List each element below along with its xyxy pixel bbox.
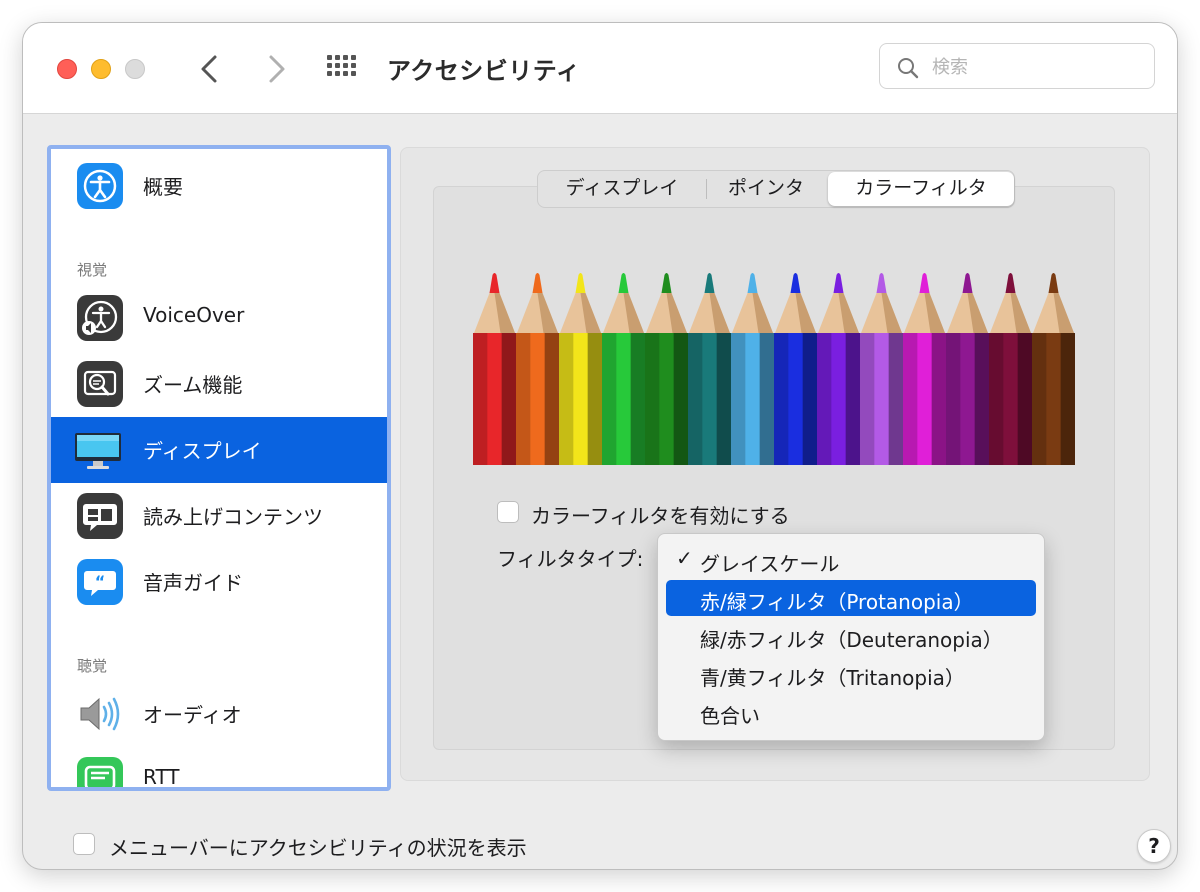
- section-header-hearing: 聴覚: [77, 657, 108, 675]
- sidebar-item-label: ズーム機能: [143, 373, 243, 397]
- pencil: [903, 273, 946, 465]
- sidebar-item-label: ディスプレイ: [143, 439, 262, 463]
- menu-item-label: 緑/赤フィルタ（Deuteranopia）: [700, 628, 1003, 652]
- descriptions-icon: “: [77, 559, 123, 605]
- menu-item-grayscale[interactable]: ✓ グレイスケール: [666, 542, 1036, 578]
- section-header-vision: 視覚: [77, 261, 108, 279]
- chevron-left-icon: [201, 55, 217, 83]
- display-icon: [75, 427, 123, 473]
- speaker-icon: [77, 691, 123, 737]
- pencil: [1032, 273, 1075, 465]
- menu-item-label: 青/黄フィルタ（Tritanopia）: [700, 666, 965, 690]
- menu-item-color-tint[interactable]: 色合い: [666, 694, 1036, 730]
- svg-text:“: “: [95, 572, 106, 591]
- sidebar-item-label: 読み上げコンテンツ: [143, 505, 323, 529]
- back-button[interactable]: [193, 51, 227, 87]
- menu-item-tritanopia[interactable]: 青/黄フィルタ（Tritanopia）: [666, 656, 1036, 692]
- sidebar-item-label: 概要: [143, 175, 183, 199]
- pencil: [516, 273, 559, 465]
- window-title: アクセシビリティ: [387, 57, 581, 85]
- pencil: [688, 273, 731, 465]
- search-field[interactable]: [879, 43, 1155, 89]
- voiceover-icon: [77, 295, 123, 341]
- pencil: [731, 273, 774, 465]
- pencil: [817, 273, 860, 465]
- sidebar-item-spoken-content[interactable]: 読み上げコンテンツ: [51, 483, 387, 549]
- pencil: [645, 273, 688, 465]
- sidebar-item-label: オーディオ: [143, 703, 242, 727]
- sidebar-item-rtt[interactable]: RTT: [51, 747, 387, 789]
- menu-item-label: 色合い: [700, 704, 760, 728]
- sidebar-item-audio[interactable]: オーディオ: [51, 681, 387, 747]
- accessibility-icon: [77, 163, 123, 209]
- pencil: [860, 273, 903, 465]
- search-input[interactable]: [930, 52, 1144, 82]
- colored-pencils-image: [473, 273, 1075, 465]
- preferences-window: アクセシビリティ 概要 視覚: [22, 22, 1178, 870]
- chevron-right-icon: [269, 55, 285, 83]
- sidebar-item-voiceover[interactable]: VoiceOver: [51, 285, 387, 351]
- pencil: [559, 273, 602, 465]
- help-button[interactable]: ?: [1137, 829, 1171, 863]
- zoom-button[interactable]: [125, 59, 145, 79]
- sidebar-item-label: 音声ガイド: [143, 571, 243, 595]
- sidebar-item-display[interactable]: ディスプレイ: [51, 417, 387, 483]
- pencil: [473, 273, 516, 465]
- sidebar-item-descriptions[interactable]: “ 音声ガイド: [51, 549, 387, 615]
- sidebar-item-overview[interactable]: 概要: [51, 153, 387, 219]
- titlebar: アクセシビリティ: [23, 23, 1177, 114]
- menu-item-deuteranopia[interactable]: 緑/赤フィルタ（Deuteranopia）: [666, 618, 1036, 654]
- forward-button[interactable]: [259, 51, 293, 87]
- tab-display[interactable]: ディスプレイ: [538, 171, 706, 207]
- close-button[interactable]: [57, 59, 77, 79]
- minimize-button[interactable]: [91, 59, 111, 79]
- menu-item-protanopia[interactable]: 赤/緑フィルタ（Protanopia）: [666, 580, 1036, 616]
- spoken-content-icon: [77, 493, 123, 539]
- sidebar-item-zoom[interactable]: ズーム機能: [51, 351, 387, 417]
- tab-pointer[interactable]: ポインタ: [706, 171, 826, 207]
- enable-color-filter-label: カラーフィルタを有効にする: [531, 504, 790, 528]
- pencil: [774, 273, 817, 465]
- enable-color-filter-checkbox[interactable]: [497, 501, 519, 523]
- rtt-icon: [77, 757, 123, 787]
- zoom-icon: [77, 361, 123, 407]
- menubar-status-label: メニューバーにアクセシビリティの状況を表示: [109, 836, 527, 860]
- pencil: [989, 273, 1032, 465]
- menu-item-label: 赤/緑フィルタ（Protanopia）: [700, 590, 974, 614]
- filter-type-menu[interactable]: ✓ グレイスケール 赤/緑フィルタ（Protanopia） 緑/赤フィルタ（De…: [657, 533, 1045, 741]
- magnifier-icon: [898, 58, 919, 79]
- sidebar[interactable]: 概要 視覚 VoiceOver ズーム機能 ディスプレイ 読み上げコンテンツ “…: [47, 145, 391, 791]
- menu-item-label: グレイスケール: [700, 552, 840, 576]
- filter-type-label: フィルタタイプ:: [497, 547, 644, 571]
- show-all-button[interactable]: [325, 53, 359, 85]
- checkmark-icon: ✓: [676, 546, 693, 570]
- sidebar-item-label: VoiceOver: [143, 303, 245, 327]
- grid-icon: [327, 55, 356, 76]
- menubar-status-checkbox[interactable]: [73, 833, 95, 855]
- sidebar-item-label: RTT: [143, 765, 180, 789]
- segmented-tabs: ディスプレイ ポインタ カラーフィルタ: [537, 170, 1015, 208]
- tab-color-filters[interactable]: カラーフィルタ: [828, 172, 1014, 206]
- pencil: [946, 273, 989, 465]
- pencil: [602, 273, 645, 465]
